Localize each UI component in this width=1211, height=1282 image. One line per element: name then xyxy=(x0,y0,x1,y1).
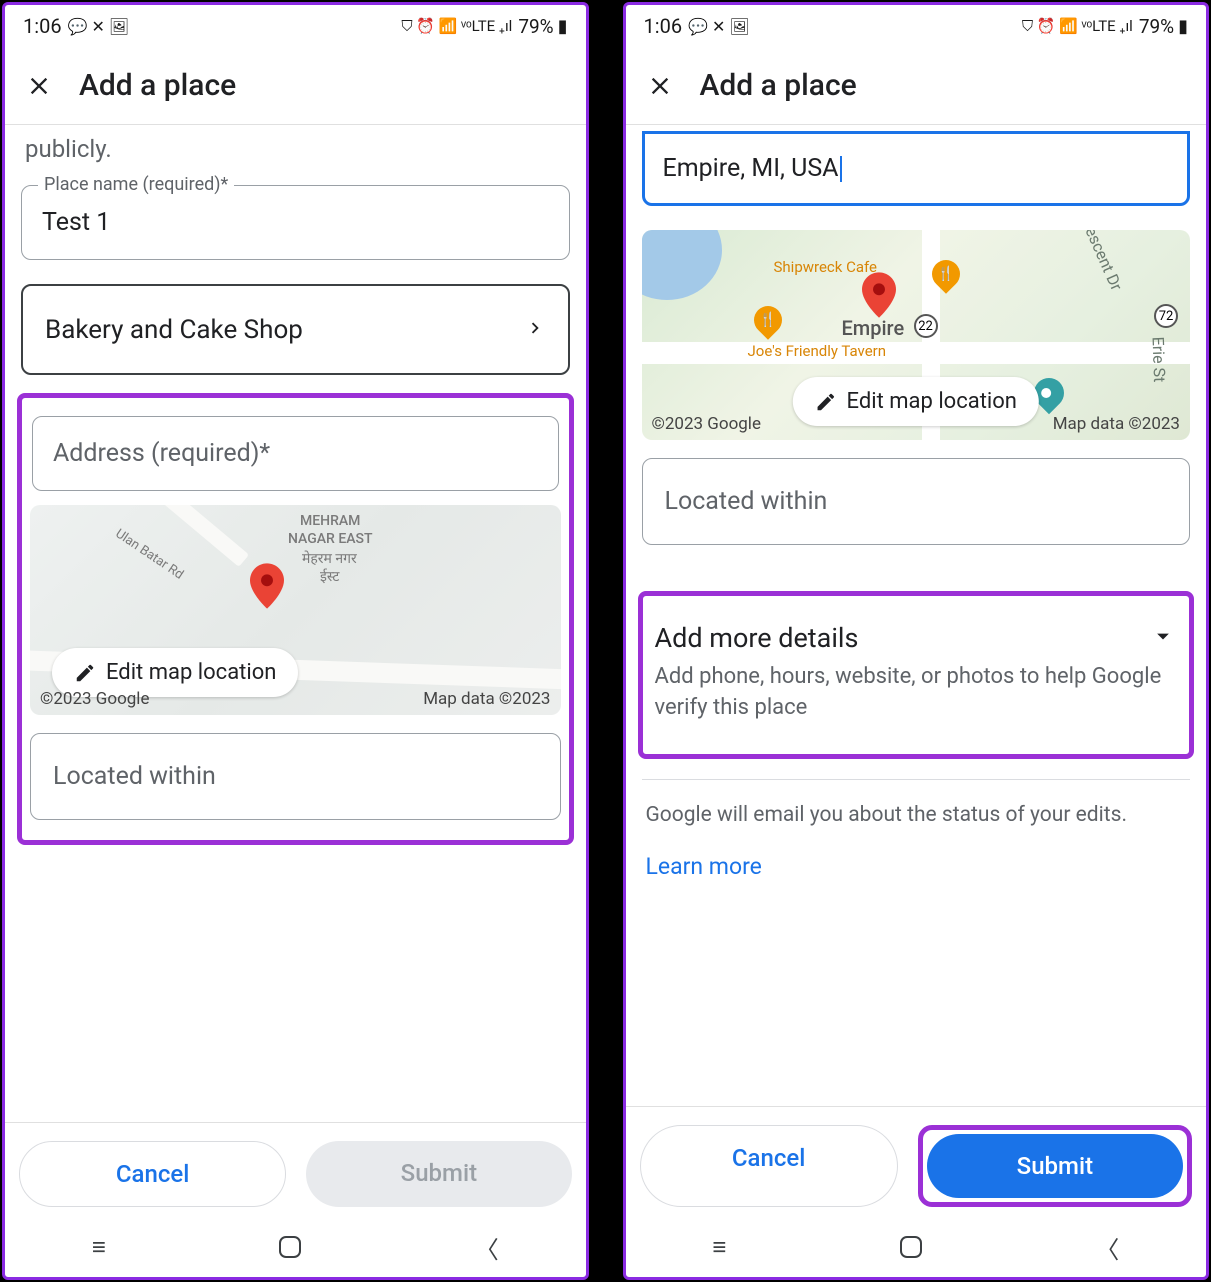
status-time: 1:06 xyxy=(644,14,683,38)
place-name-field[interactable]: Place name (required)* Test 1 xyxy=(21,185,570,260)
map-data-attrib: Map data ©2023 xyxy=(423,689,550,709)
status-icons-right: ⛉ ⏰ 📶 ᵛᵒLTE ₊ıl xyxy=(1022,17,1133,35)
battery-icon: ▮ xyxy=(1178,16,1188,37)
submit-button-disabled: Submit xyxy=(306,1141,571,1207)
app-header: Add a place xyxy=(5,47,586,125)
battery-percent: 79% xyxy=(518,15,553,38)
recents-icon[interactable]: ≡ xyxy=(712,1233,726,1262)
map-pin-icon xyxy=(250,563,284,609)
address-field[interactable]: Empire, MI, USA xyxy=(642,131,1191,206)
map-preview[interactable]: Ulan Batar Rd MEHRAM NAGAR EAST मेहरम नग… xyxy=(30,505,561,715)
address-field[interactable]: Address (required)* xyxy=(32,416,559,491)
email-status-note: Google will email you about the status o… xyxy=(638,800,1195,832)
highlight-address-section: Address (required)* Ulan Batar Rd MEHRAM… xyxy=(17,393,574,845)
address-value: Empire, MI, USA xyxy=(663,154,1170,183)
status-bar: 1:06 💬 ✕ 🖼 ⛉ ⏰ 📶 ᵛᵒLTE ₊ıl 79% ▮ xyxy=(5,5,586,47)
submit-button[interactable]: Submit xyxy=(927,1134,1183,1198)
map-preview[interactable]: Crescent Dr Erie St Shipwreck Cafe 🍴 🍴 E… xyxy=(642,230,1191,440)
back-icon[interactable]: 〈 xyxy=(1095,1230,1119,1265)
chevron-down-icon xyxy=(1149,622,1177,654)
category-value: Bakery and Cake Shop xyxy=(45,315,303,345)
app-header: Add a place xyxy=(626,47,1207,125)
located-within-field[interactable]: Located within xyxy=(642,458,1191,545)
more-details-subtitle: Add phone, hours, website, or photos to … xyxy=(655,662,1178,724)
battery-percent: 79% xyxy=(1139,15,1174,38)
intro-text-fragment: publicly. xyxy=(17,125,574,175)
cancel-button[interactable]: Cancel xyxy=(640,1125,898,1207)
page-title: Add a place xyxy=(700,68,857,103)
home-icon[interactable] xyxy=(900,1236,922,1258)
android-nav-bar: ≡ 〈 xyxy=(626,1217,1207,1277)
status-icons-left: 💬 ✕ 🖼 xyxy=(68,17,130,36)
map-pin-icon xyxy=(862,272,896,318)
close-icon[interactable] xyxy=(23,70,55,102)
learn-more-link[interactable]: Learn more xyxy=(638,831,1195,902)
highlight-more-details: Add more details Add phone, hours, websi… xyxy=(638,591,1195,759)
screenshot-left: 1:06 💬 ✕ 🖼 ⛉ ⏰ 📶 ᵛᵒLTE ₊ıl 79% ▮ Add a p… xyxy=(2,2,589,1280)
address-placeholder: Address (required)* xyxy=(53,439,538,468)
map-copyright: ©2023 Google xyxy=(652,414,761,434)
battery-icon: ▮ xyxy=(558,16,568,37)
status-icons-right: ⛉ ⏰ 📶 ᵛᵒLTE ₊ıl xyxy=(401,17,512,35)
android-nav-bar: ≡ 〈 xyxy=(5,1217,586,1277)
highlight-submit: Submit xyxy=(918,1125,1192,1207)
home-icon[interactable] xyxy=(279,1236,301,1258)
map-copyright: ©2023 Google xyxy=(40,689,149,709)
recents-icon[interactable]: ≡ xyxy=(92,1233,106,1262)
chevron-right-icon xyxy=(524,312,546,347)
back-icon[interactable]: 〈 xyxy=(475,1230,499,1265)
divider xyxy=(642,779,1191,780)
status-icons-left: 💬 ✕ 🖼 xyxy=(688,17,750,36)
action-bar: Cancel Submit xyxy=(5,1122,586,1217)
add-more-details-row[interactable]: Add more details Add phone, hours, websi… xyxy=(647,604,1186,746)
status-time: 1:06 xyxy=(23,14,62,38)
cancel-button[interactable]: Cancel xyxy=(19,1141,286,1207)
place-name-label: Place name (required)* xyxy=(38,174,234,195)
more-details-title: Add more details xyxy=(655,622,859,654)
action-bar: Cancel Submit xyxy=(626,1106,1207,1217)
edit-map-location-button[interactable]: Edit map location xyxy=(793,377,1039,426)
close-icon[interactable] xyxy=(644,70,676,102)
page-title: Add a place xyxy=(79,68,236,103)
status-bar: 1:06 💬 ✕ 🖼 ⛉ ⏰ 📶 ᵛᵒLTE ₊ıl 79% ▮ xyxy=(626,5,1207,47)
screenshot-right: 1:06 💬 ✕ 🖼 ⛉ ⏰ 📶 ᵛᵒLTE ₊ıl 79% ▮ Add a p… xyxy=(623,2,1210,1280)
category-select[interactable]: Bakery and Cake Shop xyxy=(21,284,570,375)
place-name-value: Test 1 xyxy=(42,208,549,237)
located-within-field[interactable]: Located within xyxy=(30,733,561,820)
map-data-attrib: Map data ©2023 xyxy=(1053,414,1180,434)
